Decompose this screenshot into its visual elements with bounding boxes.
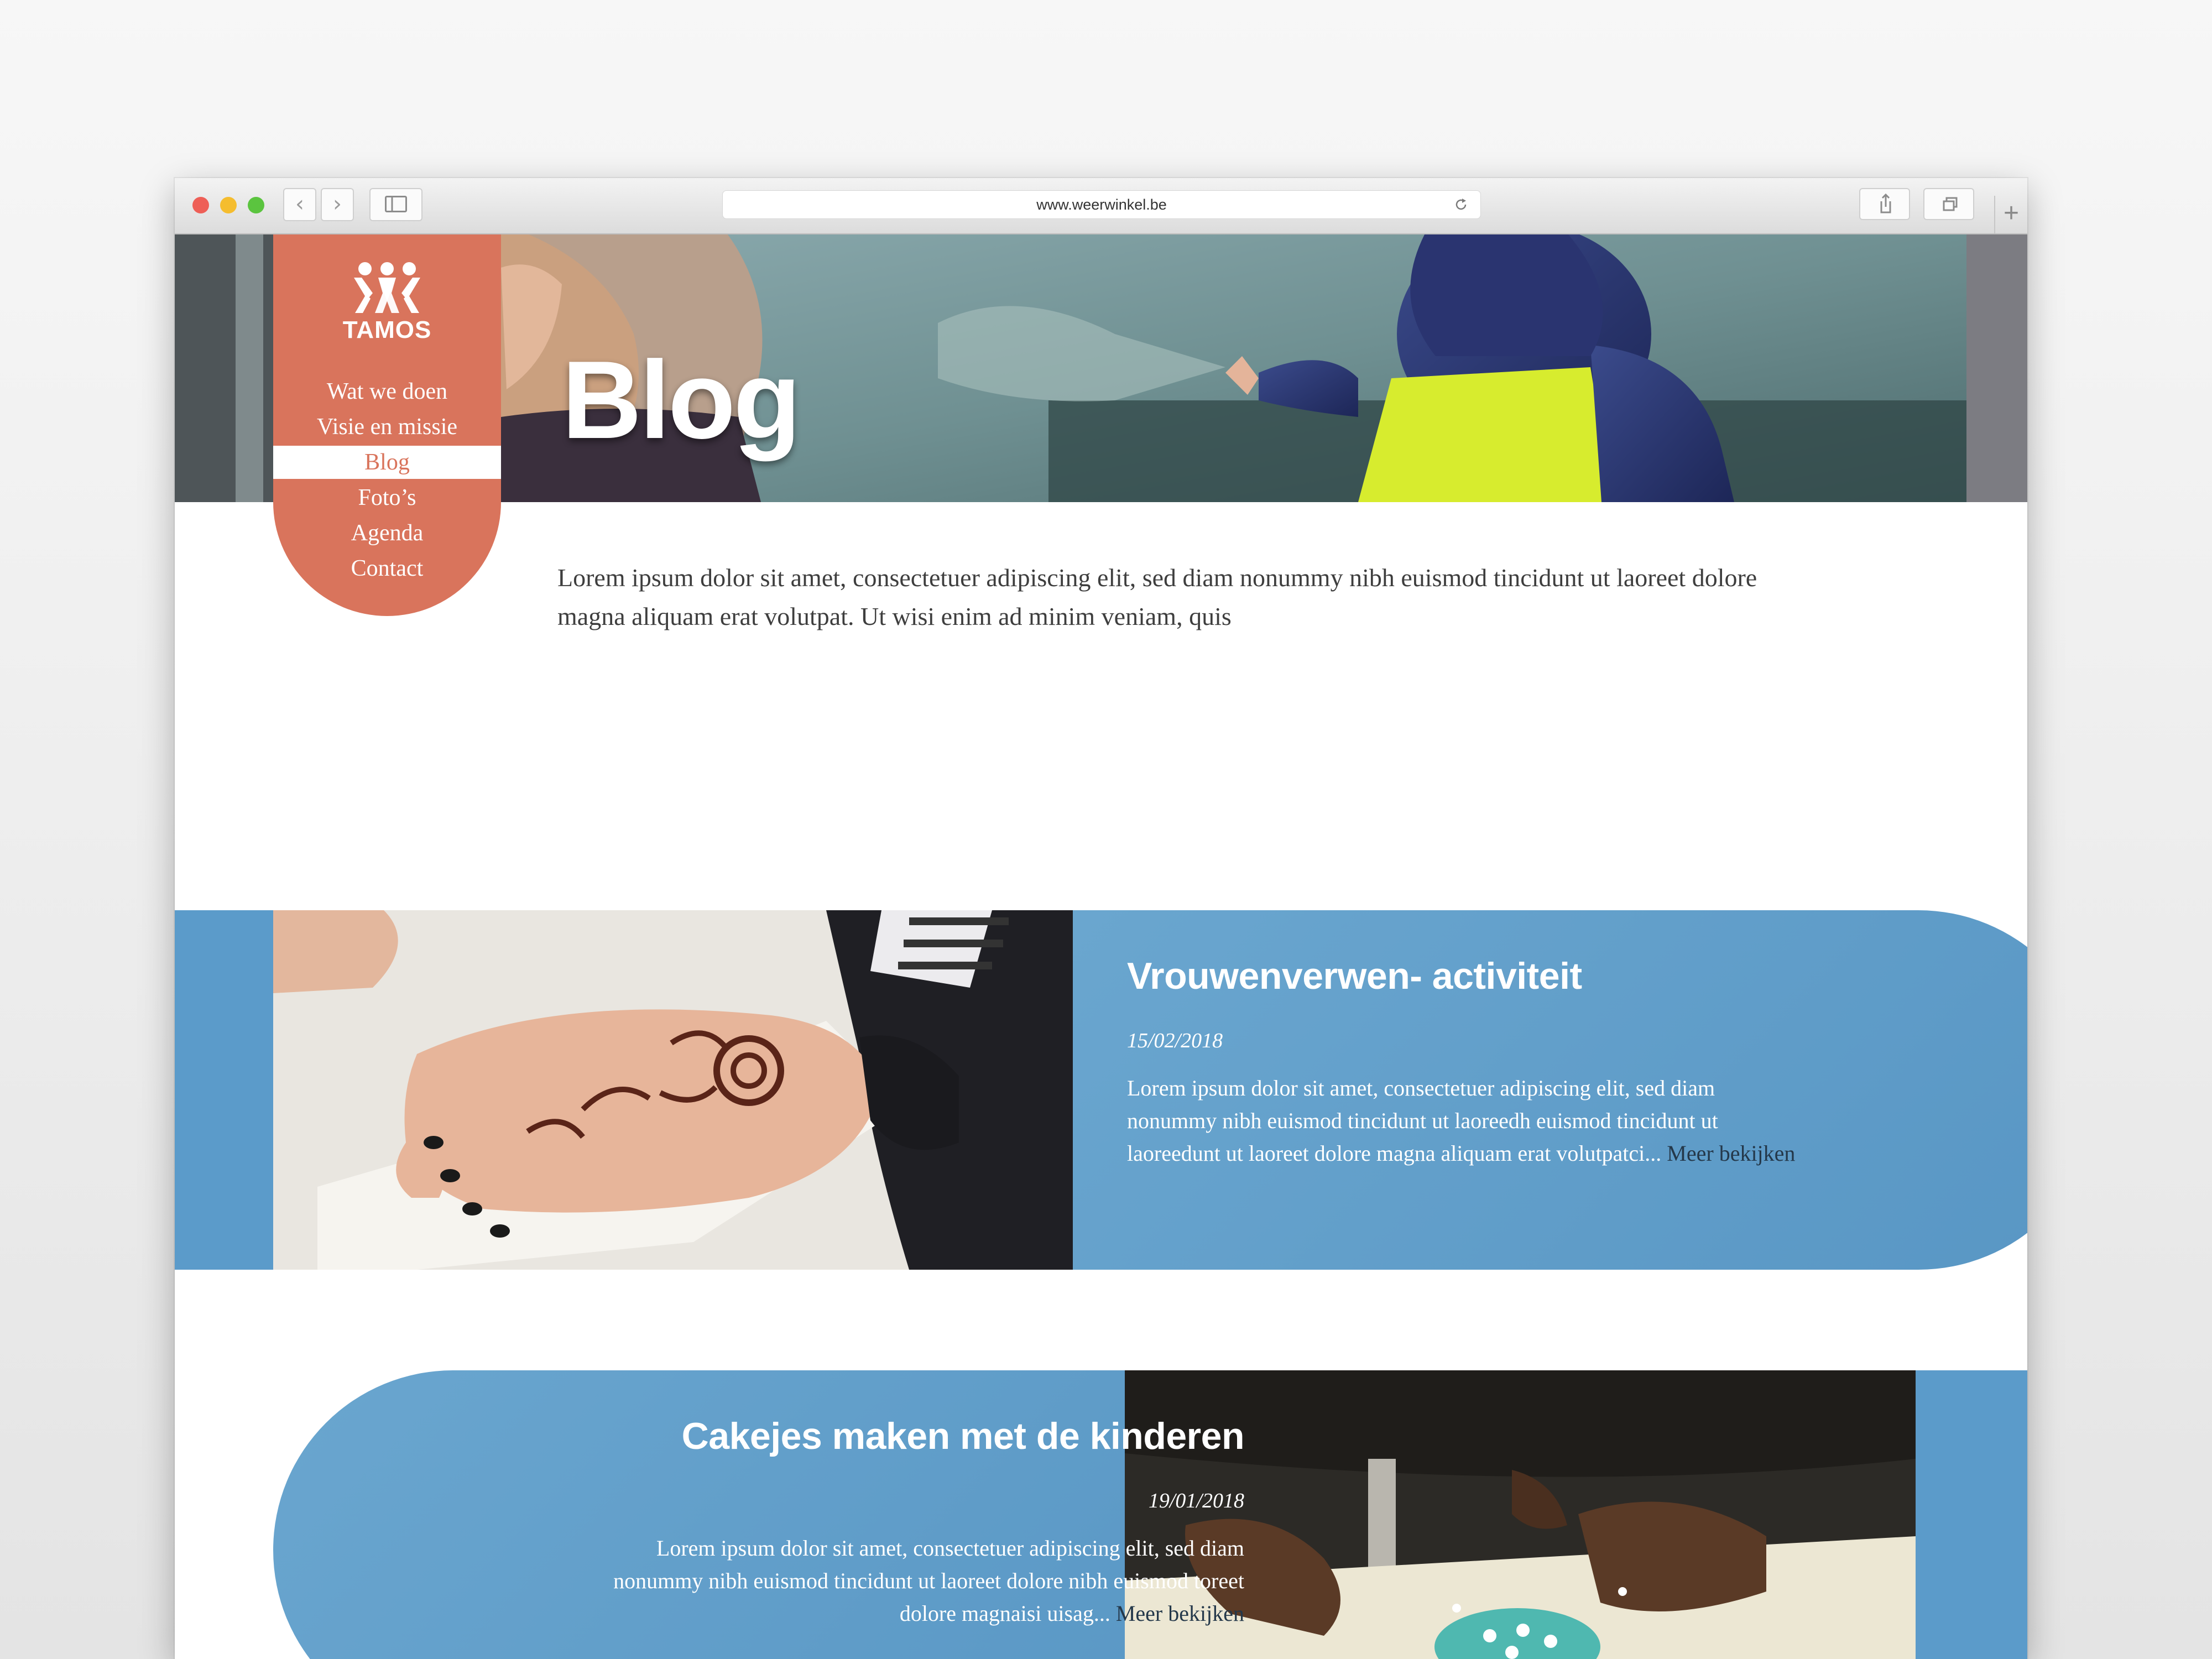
forward-button[interactable]: › [321,188,354,221]
nav-item-blog[interactable]: Blog [273,446,501,479]
post-1-date: 15/02/2018 [1127,1029,1223,1052]
logo-text: TAMOS [342,316,432,343]
post-2-date: 19/01/2018 [1148,1489,1244,1512]
tabs-overview-button[interactable] [1923,188,1974,220]
page-viewport: Blog TAMOS Wat we doen Visie en missie B… [175,234,2027,1659]
nav-item-contact[interactable]: Contact [273,552,501,585]
post-2-title[interactable]: Cakejes maken met de kinderen [517,1415,1245,1458]
address-bar[interactable]: www.weerwinkel.be [722,190,1481,219]
post-2-accent-band [1916,1370,2027,1659]
post-1-photo[interactable] [273,910,1073,1270]
post-1-read-more-link[interactable]: Meer bekijken [1667,1141,1795,1166]
sidebar-icon [385,196,407,212]
new-tab-button[interactable]: + [1994,196,2027,233]
post-2-read-more-link[interactable]: Meer bekijken [1116,1601,1244,1626]
share-icon [1880,193,1891,213]
post-1-excerpt: Lorem ipsum dolor sit amet, consectetuer… [1127,1072,1802,1170]
close-window-button[interactable] [192,197,209,213]
sidebar-toggle-button[interactable] [369,188,422,221]
post-1-excerpt-text: Lorem ipsum dolor sit amet, consectetuer… [1127,1076,1718,1166]
intro-text: Lorem ipsum dolor sit amet, consectetuer… [557,564,1757,630]
reload-icon[interactable] [1454,197,1468,212]
post-1-image [273,910,1073,1270]
plus-icon: + [2003,199,2020,228]
browser-toolbar: ‹ › www.weerwinkel.be + [175,178,2027,234]
nav-item-agenda[interactable]: Agenda [273,517,501,550]
share-button[interactable] [1859,188,1910,220]
zoom-window-button[interactable] [248,197,264,213]
main-nav: TAMOS Wat we doen Visie en missie Blog F… [273,234,501,616]
nav-item-visie-en-missie[interactable]: Visie en missie [273,410,501,444]
nav-item-fotos[interactable]: Foto’s [273,481,501,514]
chevron-right-icon: › [333,191,342,217]
minimize-window-button[interactable] [220,197,237,213]
back-button[interactable]: ‹ [283,188,316,221]
nav-item-wat-we-doen[interactable]: Wat we doen [273,375,501,408]
page-title: Blog [562,338,801,462]
url-text: www.weerwinkel.be [1036,196,1167,213]
browser-window: ‹ › www.weerwinkel.be + Blog TAMOS Wat w… [175,178,2027,1659]
tamos-logo-icon[interactable] [351,260,424,315]
post-1-title[interactable]: Vrouwenverwen- activiteit [1127,954,1582,998]
post-1-accent-band [175,910,273,1270]
chevron-left-icon: ‹ [295,191,304,217]
tabs-icon [1943,197,1958,211]
post-2-excerpt: Lorem ipsum dolor sit amet, consectetuer… [572,1532,1244,1630]
